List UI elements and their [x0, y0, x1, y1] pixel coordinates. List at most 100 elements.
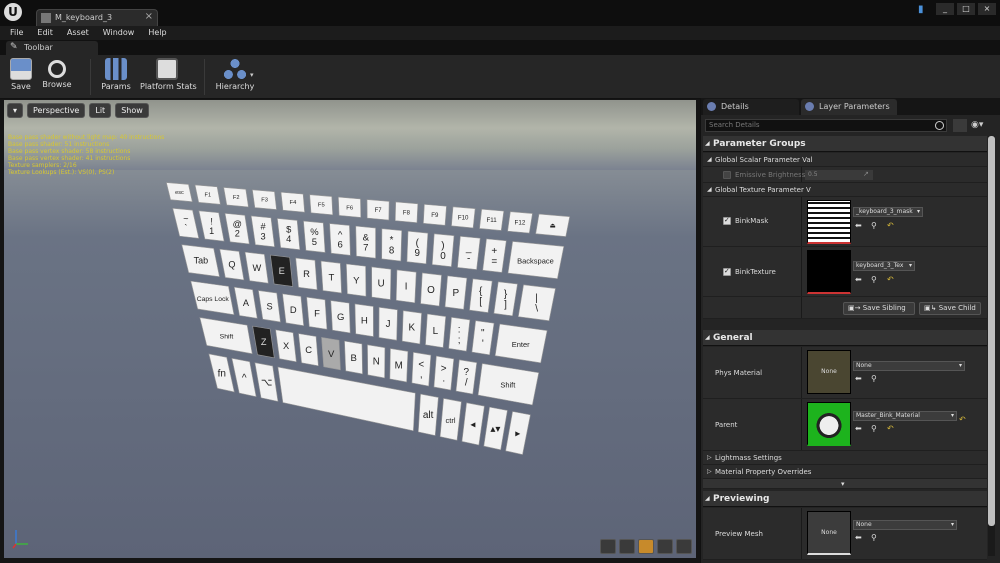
maximize-button[interactable]: □	[957, 3, 975, 15]
perspective-button[interactable]: Perspective	[27, 103, 86, 118]
parent-label: Parent	[715, 421, 738, 429]
params-button[interactable]: Params	[100, 58, 132, 98]
save-child-button[interactable]: ▣↳ Save Child	[919, 302, 981, 315]
keyboard-key-label: Enter	[512, 340, 530, 349]
save-icon	[10, 58, 32, 80]
view-button[interactable]	[619, 539, 635, 554]
keyboard-key-label: 9	[415, 248, 420, 259]
keyboard-key-label: F2	[233, 195, 240, 201]
menu-file[interactable]: File	[10, 26, 23, 40]
reset-icon[interactable]: ↗	[863, 170, 869, 178]
keyboard-key-label: esc	[175, 190, 184, 196]
keyboard-key-label: U	[378, 279, 385, 290]
parent-dropdown[interactable]: Master_Bink_Material	[853, 411, 957, 421]
advanced-expander[interactable]: ▾	[703, 479, 987, 489]
binktexture-asset-dropdown[interactable]: keyboard_3_Tex	[853, 261, 915, 271]
browse-asset-icon[interactable]: ⚲	[871, 275, 877, 284]
use-selected-icon[interactable]: ⬅	[855, 221, 862, 230]
save-sibling-icon: ▣→	[848, 304, 863, 312]
binktexture-checkbox[interactable]	[723, 267, 731, 276]
lightmass-settings-row[interactable]: ▷ Lightmass Settings	[703, 451, 987, 465]
use-selected-icon[interactable]: ⬅	[855, 424, 862, 433]
keyboard-key-label: F6	[346, 205, 354, 211]
scrollbar-thumb[interactable]	[988, 136, 995, 526]
save-button[interactable]: Save	[8, 58, 34, 98]
tab-details[interactable]: Details	[703, 99, 799, 115]
chevron-down-icon[interactable]: ▾	[250, 71, 254, 79]
parent-thumbnail[interactable]	[807, 402, 851, 446]
keyboard-key-label: M	[395, 361, 403, 372]
keyboard-key-label: O	[427, 285, 435, 296]
reset-to-default-icon[interactable]: ↶	[887, 275, 894, 284]
menu-window[interactable]: Window	[103, 26, 135, 40]
search-icon[interactable]	[935, 121, 944, 130]
browse-asset-icon[interactable]: ⚲	[871, 374, 877, 383]
toolbar-tab[interactable]: ✎ Toolbar	[6, 41, 98, 55]
reset-to-default-icon[interactable]: ↶	[959, 415, 966, 424]
stats-line: Base pass shader without light map: 40 i…	[8, 134, 165, 141]
eye-icon[interactable]: ◉▾	[971, 121, 989, 130]
user-icon[interactable]: ▮	[918, 4, 930, 16]
show-button[interactable]: Show	[115, 103, 149, 118]
browse-button[interactable]: Browse	[42, 58, 72, 98]
reset-to-default-icon[interactable]: ↶	[887, 424, 894, 433]
keyboard-key-label: 2	[235, 229, 240, 239]
stats-line: Texture Lookups (Est.): VS(0), PS(2)	[8, 169, 115, 176]
keyboard-key-label: Shift	[220, 334, 234, 341]
tab-layer-parameters[interactable]: Layer Parameters	[801, 99, 897, 115]
binkmask-thumbnail[interactable]	[807, 200, 851, 244]
browse-asset-icon[interactable]: ⚲	[871, 533, 877, 542]
document-tab[interactable]: M_keyboard_3 ×	[36, 9, 158, 26]
keyboard-key-label: /	[465, 378, 468, 389]
save-label: Save	[11, 82, 31, 91]
viewport-options-button[interactable]: ▾	[7, 103, 24, 118]
parameter-groups-header[interactable]: ◢ Parameter Groups	[703, 136, 987, 152]
browse-asset-icon[interactable]: ⚲	[871, 221, 877, 230]
phys-material-dropdown[interactable]: None	[853, 361, 965, 371]
view-button[interactable]	[600, 539, 616, 554]
keyboard-key-label: F10	[458, 214, 469, 221]
scrollbar[interactable]	[988, 136, 995, 556]
menu-edit[interactable]: Edit	[37, 26, 53, 40]
lightmass-settings-label: Lightmass Settings	[715, 454, 782, 462]
general-header[interactable]: ◢ General	[703, 330, 987, 346]
toolbar: Save Browse Params Platform Stats Hierar…	[0, 55, 1000, 99]
emissive-checkbox[interactable]	[723, 171, 731, 179]
browse-asset-icon[interactable]: ⚲	[871, 424, 877, 433]
close-tab-icon[interactable]: ×	[145, 11, 153, 22]
use-selected-icon[interactable]: ⬅	[855, 374, 862, 383]
binkmask-asset-dropdown[interactable]: _keyboard_3_mask	[853, 207, 923, 217]
close-window-button[interactable]: ×	[978, 3, 996, 15]
menu-asset[interactable]: Asset	[67, 26, 89, 40]
save-sibling-button[interactable]: ▣→ Save Sibling	[843, 302, 915, 315]
reset-to-default-icon[interactable]: ↶	[887, 221, 894, 230]
lit-button[interactable]: Lit	[89, 103, 112, 118]
grid-view-icon[interactable]	[953, 119, 967, 132]
minimize-button[interactable]: _	[936, 3, 954, 15]
binkmask-checkbox[interactable]	[723, 216, 731, 225]
phys-material-thumbnail[interactable]: None	[807, 350, 851, 394]
keyboard-key-label: Caps Lock	[197, 296, 230, 303]
keyboard-key-label: ,	[420, 370, 423, 381]
viewport[interactable]: esc F1 F2 F3 F4 F5 F6 F7 F8 F9 F10 F11 F12 ⏏ ~ `! 1 @2 #3 $…	[4, 100, 696, 558]
menu-help[interactable]: Help	[148, 26, 166, 40]
keyboard-key-label: [	[479, 296, 482, 307]
keyboard-key-label: C	[305, 344, 312, 355]
preview-mesh-thumbnail[interactable]: None	[807, 511, 851, 555]
preview-mesh-dropdown[interactable]: None	[853, 520, 957, 530]
view-button[interactable]	[676, 539, 692, 554]
use-selected-icon[interactable]: ⬅	[855, 533, 862, 542]
keyboard-key-label: G	[337, 312, 344, 323]
global-scalar-row[interactable]: ◢ Global Scalar Parameter Val	[703, 153, 987, 167]
use-selected-icon[interactable]: ⬅	[855, 275, 862, 284]
view-button[interactable]	[657, 539, 673, 554]
search-input[interactable]: Search Details	[705, 119, 947, 132]
column-divider	[801, 167, 802, 182]
keyboard-key-label: Tab	[194, 256, 209, 266]
previewing-header[interactable]: ◢ Previewing	[703, 491, 987, 507]
platform-stats-button[interactable]: Platform Stats	[140, 58, 197, 98]
material-property-overrides-row[interactable]: ▷ Material Property Overrides	[703, 465, 987, 479]
global-texture-row[interactable]: ◢ Global Texture Parameter V	[703, 183, 987, 197]
view-button-active[interactable]	[638, 539, 654, 554]
binktexture-thumbnail[interactable]	[807, 250, 851, 294]
